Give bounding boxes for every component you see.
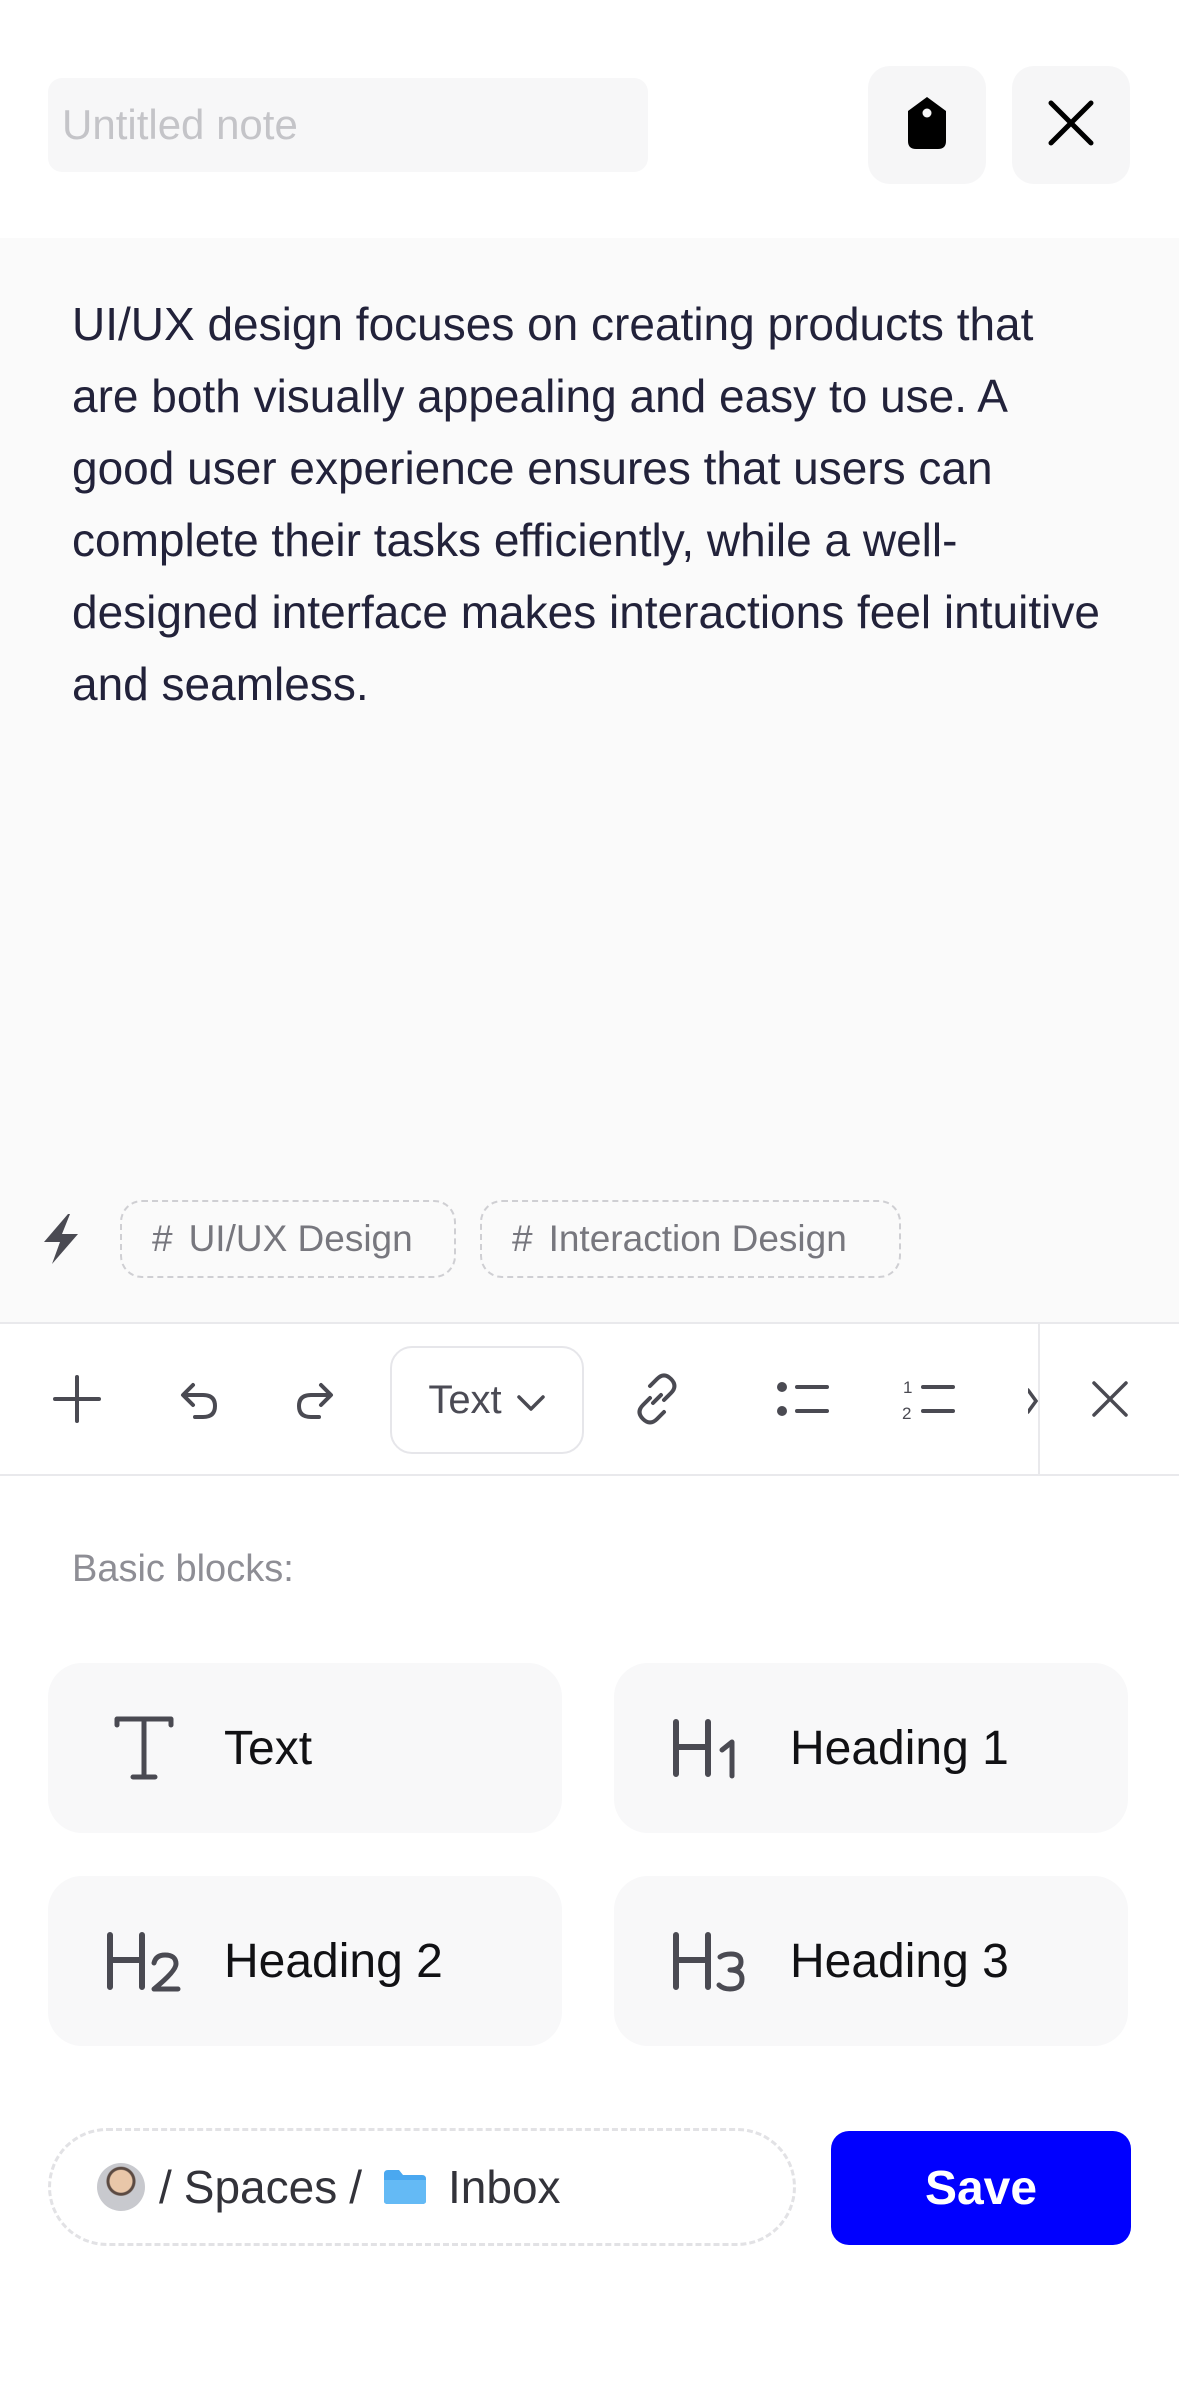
add-button[interactable]: [42, 1366, 112, 1436]
block-heading-2[interactable]: Heading 2: [48, 1876, 562, 2046]
block-type-label: Text: [428, 1377, 502, 1422]
format-toolbar: Text 1 2: [0, 1322, 1179, 1476]
svg-text:2: 2: [902, 1404, 911, 1423]
note-editor-screen: UI/UX design focuses on creating product…: [0, 0, 1179, 2396]
path-spaces: Spaces: [183, 2161, 338, 2213]
blocks-section-label: Basic blocks:: [72, 1548, 294, 1590]
heading-2-icon: [94, 1929, 194, 1993]
tag-chip[interactable]: # Interaction Design: [480, 1200, 901, 1278]
bolt-icon[interactable]: [38, 1212, 84, 1266]
block-label: Text: [224, 1721, 313, 1775]
tag-label: UI/UX Design: [188, 1218, 413, 1259]
redo-icon: [293, 1375, 341, 1428]
undo-button[interactable]: [162, 1366, 232, 1436]
block-label: Heading 2: [224, 1934, 443, 1988]
bullet-list-icon: [775, 1377, 831, 1426]
avatar: [97, 2163, 145, 2211]
hash-symbol: #: [152, 1218, 173, 1259]
redo-button[interactable]: [282, 1366, 352, 1436]
toolbar-divider: [1038, 1324, 1040, 1476]
plus-icon: [51, 1373, 103, 1430]
tag-row: # UI/UX Design # Interaction Design: [0, 1198, 1179, 1282]
bullet-list-button[interactable]: [768, 1366, 838, 1436]
tag-label: Interaction Design: [548, 1218, 847, 1259]
block-heading-1[interactable]: Heading 1: [614, 1663, 1128, 1833]
link-button[interactable]: [622, 1366, 692, 1436]
path-folder: Inbox: [448, 2161, 561, 2213]
tag-button[interactable]: [868, 66, 986, 184]
toolbar-overflow-hint: [1028, 1366, 1038, 1436]
link-icon: [630, 1372, 684, 1431]
heading-3-icon: [660, 1929, 760, 1993]
location-selector[interactable]: / Spaces / Inbox: [48, 2128, 796, 2246]
undo-icon: [173, 1375, 221, 1428]
close-button[interactable]: [1012, 66, 1130, 184]
block-label: Heading 3: [790, 1934, 1009, 1988]
text-icon: [94, 1713, 194, 1783]
close-icon: [1090, 1379, 1130, 1424]
block-label: Heading 1: [790, 1721, 1009, 1775]
save-button[interactable]: Save: [831, 2131, 1131, 2245]
chevron-down-icon: [516, 1378, 546, 1423]
block-type-dropdown[interactable]: Text: [390, 1346, 584, 1454]
header: [0, 0, 1179, 238]
block-text[interactable]: Text: [48, 1663, 562, 1833]
tag-chip[interactable]: # UI/UX Design: [120, 1200, 456, 1278]
note-title-input[interactable]: [48, 78, 648, 172]
tag-icon: [902, 95, 952, 156]
numbered-list-button[interactable]: 1 2: [894, 1366, 964, 1436]
path-separator: /: [159, 2161, 172, 2213]
svg-text:1: 1: [903, 1378, 912, 1397]
numbered-list-icon: 1 2: [901, 1375, 957, 1428]
close-toolbar-button[interactable]: [1075, 1366, 1145, 1436]
heading-1-icon: [660, 1716, 760, 1780]
folder-icon: [382, 2168, 428, 2206]
block-heading-3[interactable]: Heading 3: [614, 1876, 1128, 2046]
path-separator: /: [349, 2161, 362, 2213]
hash-symbol: #: [512, 1218, 533, 1259]
note-body-text[interactable]: UI/UX design focuses on creating product…: [72, 288, 1102, 720]
close-icon: [1046, 98, 1096, 153]
editor-area[interactable]: UI/UX design focuses on creating product…: [0, 238, 1179, 1322]
